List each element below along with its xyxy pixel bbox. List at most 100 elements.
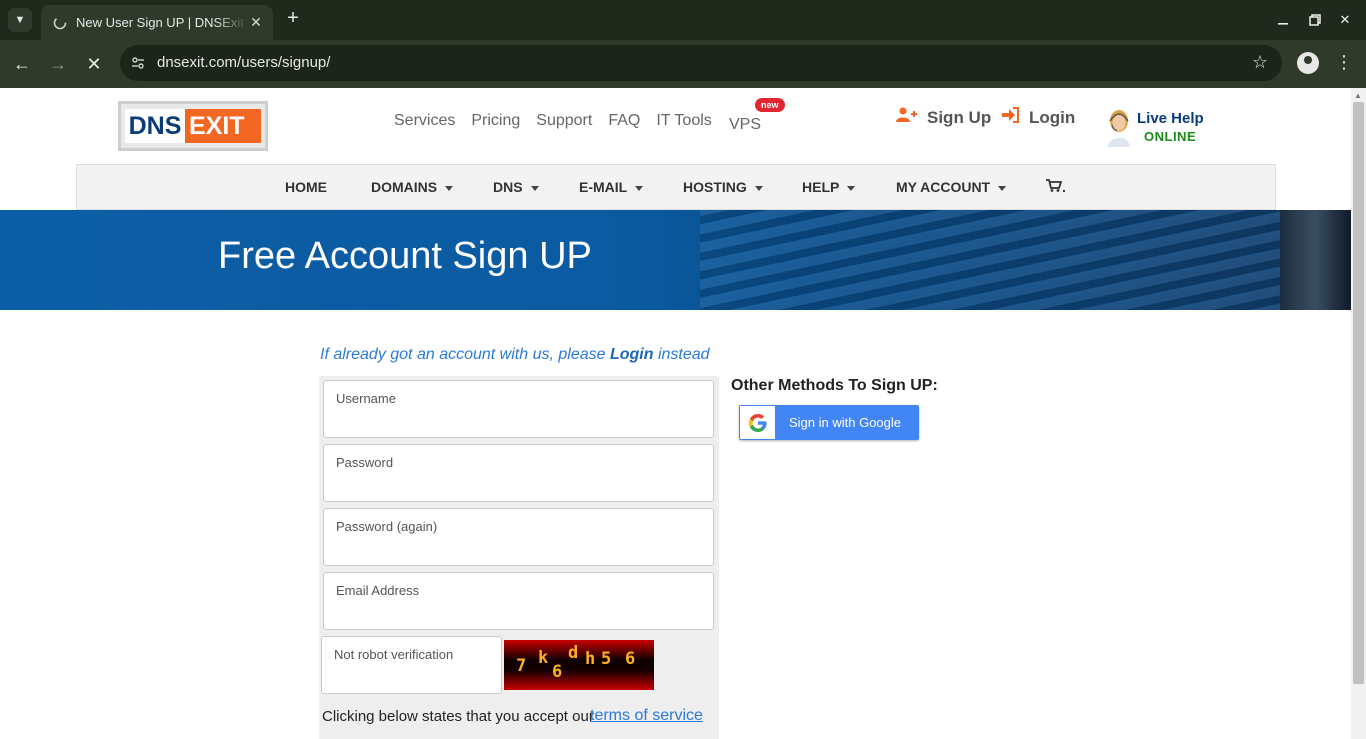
- top-link-pricing[interactable]: Pricing: [471, 112, 520, 130]
- page-title: Free Account Sign UP: [218, 235, 592, 277]
- web-page: DNS EXIT Services Pricing Support FAQ IT…: [0, 88, 1351, 739]
- star-icon[interactable]: ☆: [1252, 52, 1268, 73]
- nav-domains[interactable]: DOMAINS: [371, 179, 454, 195]
- page-banner: Free Account Sign UP: [0, 210, 1351, 310]
- signup-label: Sign Up: [927, 107, 992, 127]
- server-rack-edge: [1280, 210, 1351, 310]
- username-placeholder: Username: [336, 391, 396, 406]
- nav-my-account[interactable]: MY ACCOUNT: [896, 179, 1007, 195]
- signup-link[interactable]: Sign Up: [896, 107, 991, 128]
- captcha-char: 7: [516, 656, 527, 676]
- captcha-char: d: [568, 643, 579, 663]
- captcha-char: 5: [601, 649, 612, 669]
- minimize-icon[interactable]: [1273, 10, 1293, 30]
- sign-in-icon: [1002, 107, 1020, 128]
- other-methods-title: Other Methods To Sign UP:: [731, 377, 938, 394]
- url-text[interactable]: dnsexit.com/users/signup/: [157, 54, 330, 71]
- logo-dns-text: DNS: [125, 109, 185, 143]
- scrollbar-thumb[interactable]: [1353, 102, 1364, 684]
- caret-down-icon: [445, 185, 454, 191]
- terms-acceptance-text: Clicking below states that you accept ou…: [322, 708, 594, 725]
- login-hint-prefix: If already got an account with us, pleas…: [320, 346, 610, 363]
- kebab-menu-icon[interactable]: ⋮: [1334, 52, 1354, 74]
- browser-tab-strip: ▼ New User Sign UP | DNSExit ✕ + ✕: [0, 0, 1366, 40]
- chevron-down-icon[interactable]: ▼: [8, 8, 32, 32]
- nav-home[interactable]: HOME: [285, 179, 327, 195]
- captcha-image: 7 k 6 d h 5 6: [504, 640, 654, 690]
- nav-email[interactable]: E-MAIL: [579, 179, 644, 195]
- password-field[interactable]: Password: [323, 444, 714, 502]
- captcha-placeholder: Not robot verification: [334, 647, 454, 662]
- top-link-it-tools[interactable]: IT Tools: [656, 112, 711, 130]
- google-g-icon: [740, 406, 775, 439]
- tab-title: New User Sign UP | DNSExit: [76, 15, 244, 30]
- captcha-input[interactable]: Not robot verification: [321, 636, 502, 694]
- top-link-support[interactable]: Support: [536, 112, 592, 130]
- cart-icon: [1046, 179, 1063, 192]
- new-tab-button[interactable]: +: [283, 8, 303, 29]
- user-plus-icon: [896, 107, 918, 128]
- login-label: Login: [1029, 107, 1076, 127]
- main-nav: HOME DOMAINS DNS E-MAIL HOSTING HELP MY …: [76, 164, 1276, 210]
- captcha-char: h: [585, 649, 596, 669]
- caret-down-icon: [754, 185, 763, 191]
- nav-email-label: E-MAIL: [579, 179, 628, 195]
- nav-hosting-label: HOSTING: [683, 179, 747, 195]
- nav-cart[interactable]: .: [1046, 179, 1066, 195]
- browser-toolbar: ← → ✕ dnsexit.com/users/signup/ ☆: [0, 40, 1366, 88]
- nav-dns-label: DNS: [493, 179, 523, 195]
- password-again-field[interactable]: Password (again): [323, 508, 714, 566]
- caret-down-icon: [847, 185, 856, 191]
- password-again-placeholder: Password (again): [336, 519, 438, 534]
- close-window-icon[interactable]: ✕: [1335, 10, 1355, 30]
- login-link[interactable]: Login: [1002, 107, 1075, 128]
- caret-down-icon: [998, 185, 1007, 191]
- live-help-widget[interactable]: Live Help ONLINE: [1102, 105, 1222, 147]
- top-links: Services Pricing Support FAQ IT Tools: [394, 112, 728, 130]
- close-icon[interactable]: ✕: [247, 13, 265, 31]
- live-help-title: Live Help: [1137, 110, 1204, 127]
- scroll-up-icon[interactable]: ▲: [1354, 91, 1362, 100]
- live-help-status: ONLINE: [1144, 129, 1197, 144]
- new-badge: new: [755, 98, 785, 112]
- login-hint-link[interactable]: Login: [610, 346, 654, 363]
- terms-of-service-link[interactable]: terms of service: [590, 707, 703, 725]
- caret-down-icon: [530, 185, 539, 191]
- support-agent-icon: [1108, 110, 1130, 147]
- dnsexit-logo[interactable]: DNS EXIT: [118, 101, 268, 151]
- nav-hosting[interactable]: HOSTING: [683, 179, 763, 195]
- username-field[interactable]: Username: [323, 380, 714, 438]
- login-hint-suffix: instead: [653, 346, 710, 363]
- captcha-char: 6: [552, 662, 563, 682]
- page-scrollbar[interactable]: ▲: [1351, 88, 1366, 739]
- captcha-char: k: [538, 648, 549, 668]
- email-placeholder: Email Address: [336, 583, 420, 598]
- captcha-char: 6: [625, 649, 636, 669]
- email-field[interactable]: Email Address: [323, 572, 714, 630]
- google-signin-button[interactable]: Sign in with Google: [739, 405, 919, 440]
- nav-dns[interactable]: DNS: [493, 179, 539, 195]
- tune-icon[interactable]: [128, 53, 148, 73]
- nav-domains-label: DOMAINS: [371, 179, 438, 195]
- forward-arrow-icon[interactable]: →: [46, 52, 70, 76]
- profile-icon[interactable]: [1297, 52, 1319, 74]
- nav-help-label: HELP: [802, 179, 840, 195]
- nav-help[interactable]: HELP: [802, 179, 856, 195]
- caret-down-icon: [635, 185, 644, 191]
- top-link-faq[interactable]: FAQ: [608, 112, 640, 130]
- address-bar[interactable]: dnsexit.com/users/signup/ ☆: [120, 45, 1282, 81]
- nav-my-account-label: MY ACCOUNT: [896, 179, 991, 195]
- back-arrow-icon[interactable]: ←: [10, 52, 34, 76]
- logo-exit-text: EXIT: [185, 109, 261, 143]
- stop-icon[interactable]: ✕: [82, 52, 106, 76]
- restore-icon[interactable]: [1305, 10, 1325, 30]
- top-link-services[interactable]: Services: [394, 112, 455, 130]
- top-link-vps[interactable]: VPS: [729, 116, 761, 134]
- loading-icon: [52, 15, 68, 31]
- nav-cart-suffix: .: [1062, 179, 1066, 195]
- google-signin-label: Sign in with Google: [789, 415, 902, 430]
- login-hint: If already got an account with us, pleas…: [320, 346, 710, 364]
- browser-tab[interactable]: New User Sign UP | DNSExit ✕: [41, 5, 273, 40]
- password-placeholder: Password: [336, 455, 394, 470]
- server-rack-image: [700, 210, 1351, 310]
